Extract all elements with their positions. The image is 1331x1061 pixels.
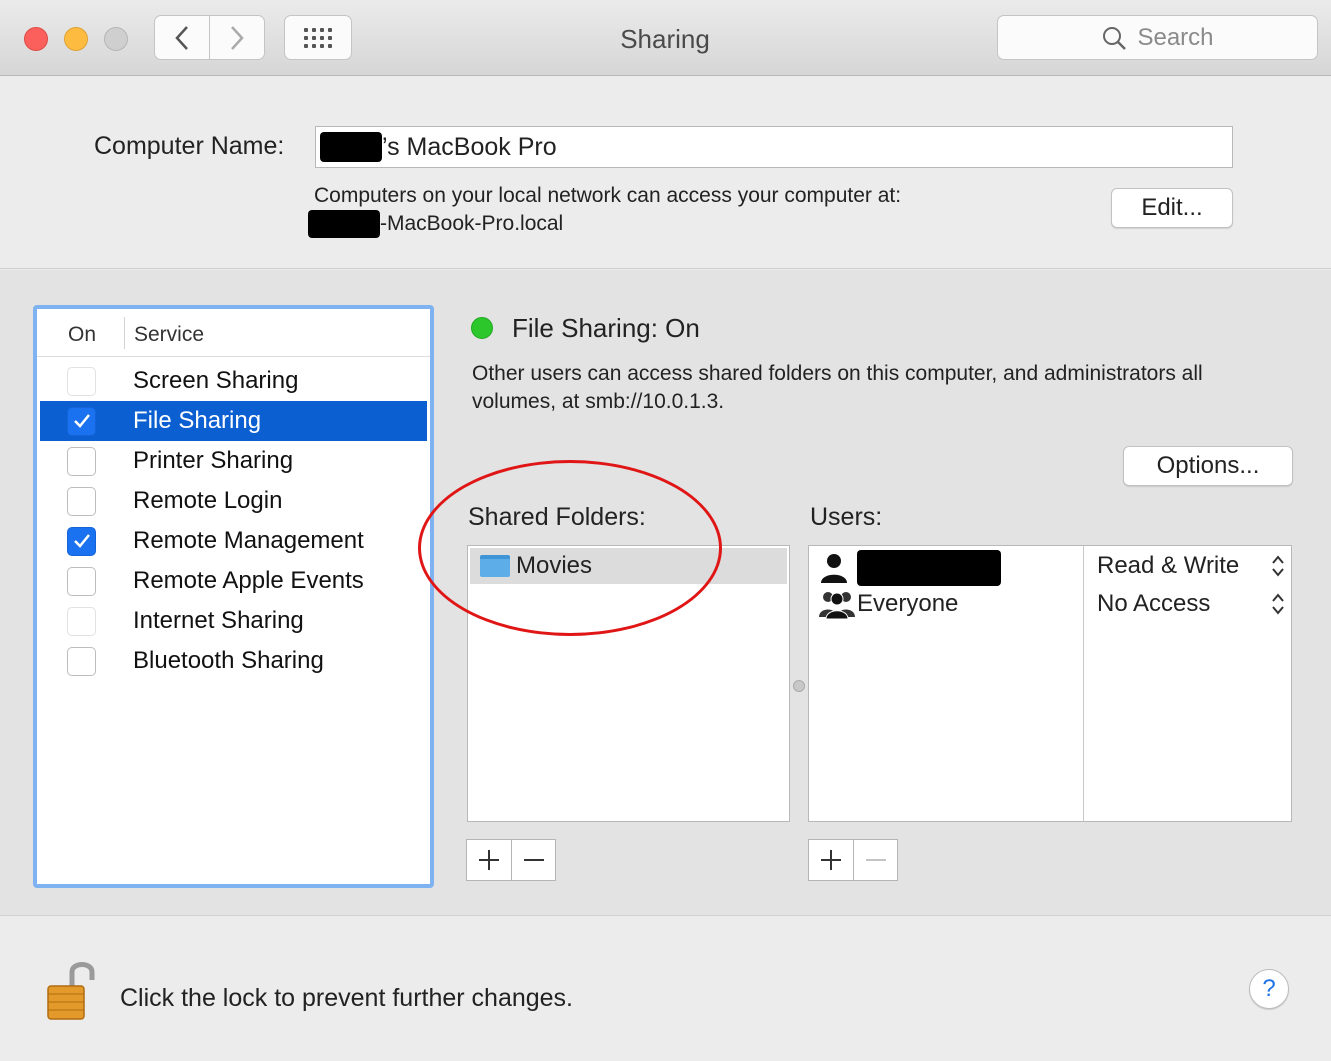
- users-list[interactable]: Everyone Read & Write No Access: [808, 545, 1292, 822]
- status-indicator: [471, 317, 493, 339]
- computer-name-value: ’s MacBook Pro: [382, 132, 557, 161]
- permission-popup[interactable]: No Access: [1097, 590, 1291, 618]
- service-label: Bluetooth Sharing: [133, 647, 324, 674]
- service-checkbox[interactable]: [67, 366, 96, 396]
- header-service[interactable]: Service: [134, 323, 204, 347]
- lock-button[interactable]: [46, 958, 96, 1022]
- service-checkbox[interactable]: [67, 406, 96, 436]
- service-row[interactable]: File Sharing: [40, 401, 427, 441]
- network-access-line: Computers on your local network can acce…: [314, 184, 902, 207]
- header-divider: [124, 317, 125, 349]
- search-placeholder: Search: [1137, 23, 1214, 51]
- title-bar: Sharing Search: [0, 0, 1331, 76]
- service-checkbox[interactable]: [67, 606, 96, 636]
- checkmark-icon: [73, 534, 90, 548]
- shared-folders-list[interactable]: Movies: [467, 545, 790, 822]
- unlocked-lock-icon: [47, 962, 95, 1020]
- service-checkbox[interactable]: [67, 526, 96, 556]
- checkmark-icon: [73, 414, 90, 428]
- service-label: Remote Management: [133, 527, 364, 554]
- computer-name-label: Computer Name:: [94, 132, 285, 160]
- folder-row[interactable]: Movies: [470, 548, 787, 584]
- service-list-header: On Service: [37, 309, 430, 357]
- redaction: [308, 210, 380, 239]
- service-checkbox[interactable]: [67, 446, 96, 476]
- chevron-left-icon: [175, 25, 188, 50]
- search-icon: [1103, 26, 1127, 50]
- header-on[interactable]: On: [68, 323, 96, 347]
- service-label: File Sharing: [133, 407, 262, 434]
- service-row[interactable]: Remote Management: [40, 521, 427, 561]
- group-icon: [819, 592, 855, 620]
- service-checkbox[interactable]: [67, 646, 96, 676]
- back-button[interactable]: [154, 15, 210, 60]
- plus-icon: [821, 850, 841, 870]
- service-row[interactable]: Internet Sharing: [40, 601, 427, 641]
- lock-message: Click the lock to prevent further change…: [120, 984, 574, 1012]
- forward-button[interactable]: [209, 15, 265, 60]
- user-name: Everyone: [857, 590, 959, 617]
- service-label: Remote Login: [133, 487, 283, 514]
- options-button[interactable]: Options...: [1123, 446, 1293, 486]
- computer-name-region: [0, 76, 1331, 269]
- help-button[interactable]: ?: [1249, 969, 1289, 1009]
- plus-icon: [479, 850, 499, 870]
- search-field[interactable]: Search: [997, 15, 1318, 60]
- users-label: Users:: [810, 503, 883, 531]
- folder-icon: [480, 555, 510, 577]
- service-checkbox[interactable]: [67, 566, 96, 596]
- user-row[interactable]: Everyone: [819, 588, 958, 620]
- permission-popup[interactable]: Read & Write: [1097, 552, 1291, 580]
- service-description: Other users can access shared folders on…: [472, 362, 1203, 413]
- user-icon: [821, 554, 847, 583]
- network-access-text: Computers on your local network can acce…: [308, 182, 902, 239]
- zoom-window-button[interactable]: [104, 27, 128, 51]
- split-handle[interactable]: [793, 680, 805, 692]
- service-list[interactable]: On Service Screen Sharing File Sharing Pri…: [33, 305, 434, 888]
- service-label: Internet Sharing: [133, 607, 304, 634]
- window-title: Sharing: [620, 24, 710, 54]
- close-window-button[interactable]: [24, 27, 48, 51]
- folder-name: Movies: [516, 552, 593, 579]
- add-user-button[interactable]: [809, 840, 853, 880]
- redaction: [857, 550, 1001, 586]
- shared-folders-label: Shared Folders:: [468, 503, 646, 531]
- updown-arrows-icon: [1271, 553, 1285, 579]
- service-row[interactable]: Screen Sharing: [40, 361, 427, 401]
- service-label: Remote Apple Events: [133, 567, 364, 594]
- add-folder-button[interactable]: [467, 840, 511, 880]
- network-host: -MacBook-Pro.local: [308, 210, 901, 239]
- permission-value: No Access: [1097, 590, 1211, 617]
- edit-button[interactable]: Edit...: [1111, 188, 1233, 228]
- permission-value: Read & Write: [1097, 552, 1240, 579]
- remove-user-button[interactable]: [853, 840, 897, 880]
- minus-icon: [523, 859, 544, 861]
- column-divider: [1083, 546, 1084, 821]
- service-label: Printer Sharing: [133, 447, 294, 474]
- chevron-right-icon: [231, 25, 244, 50]
- grid-icon: [304, 27, 332, 48]
- redaction: [320, 132, 382, 162]
- service-label: Screen Sharing: [133, 367, 299, 394]
- service-row[interactable]: Printer Sharing: [40, 441, 427, 481]
- service-row[interactable]: Remote Apple Events: [40, 561, 427, 601]
- service-status: File Sharing: On: [512, 313, 700, 343]
- network-host-suffix: -MacBook-Pro.local: [380, 212, 564, 235]
- show-all-button[interactable]: [284, 15, 352, 60]
- minus-icon: [865, 859, 886, 861]
- service-row[interactable]: Remote Login: [40, 481, 427, 521]
- folder-add-remove: [466, 839, 556, 881]
- minimize-window-button[interactable]: [64, 27, 88, 51]
- service-checkbox[interactable]: [67, 486, 96, 516]
- computer-name-field[interactable]: ’s MacBook Pro: [315, 126, 1233, 168]
- user-row[interactable]: [819, 550, 1001, 586]
- service-row[interactable]: Bluetooth Sharing: [40, 641, 427, 681]
- updown-arrows-icon: [1271, 591, 1285, 617]
- user-add-remove: [808, 839, 898, 881]
- remove-folder-button[interactable]: [511, 840, 555, 880]
